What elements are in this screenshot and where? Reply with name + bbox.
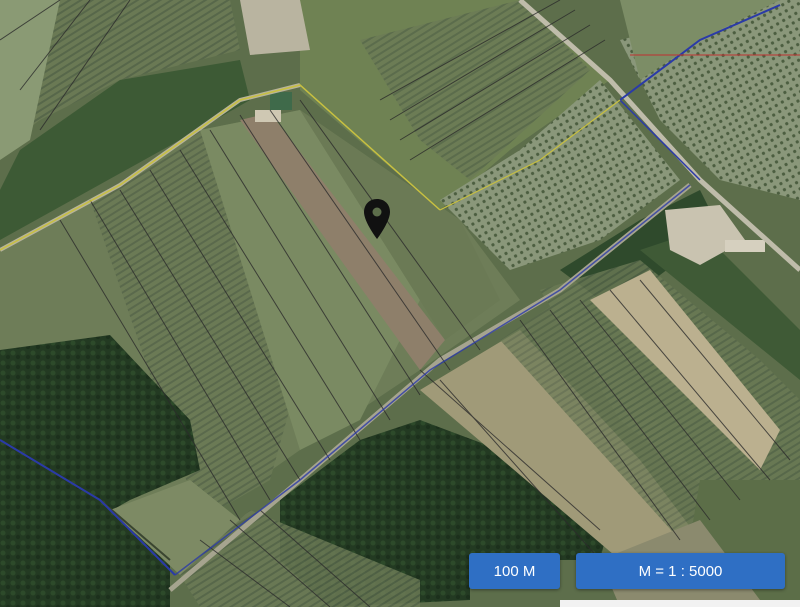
satellite-imagery[interactable] — [0, 0, 800, 607]
location-pin-icon[interactable] — [362, 198, 392, 240]
scale-ratio-button[interactable]: M = 1 : 5000 — [576, 553, 785, 589]
bottom-bar — [560, 600, 800, 607]
map-view[interactable]: 100 M M = 1 : 5000 — [0, 0, 800, 607]
scale-button[interactable]: 100 M — [469, 553, 560, 589]
